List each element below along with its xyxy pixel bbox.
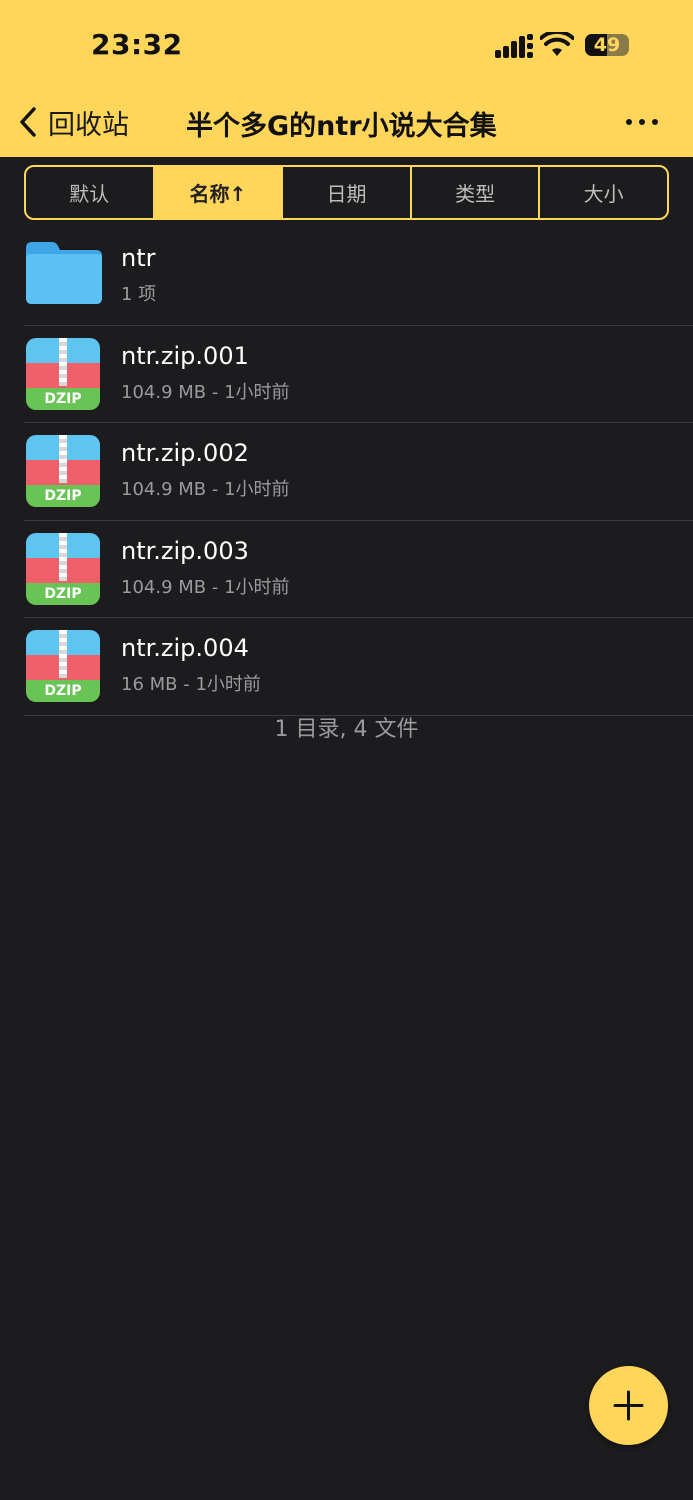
list-item-file[interactable]: DZIP ntr.zip.003 104.9 MB - 1小时前	[24, 521, 693, 618]
item-meta: 1 项	[121, 284, 157, 305]
item-meta: 16 MB - 1小时前	[121, 674, 261, 695]
dzip-icon: DZIP	[26, 337, 100, 410]
add-button[interactable]	[589, 1366, 668, 1445]
item-meta: 104.9 MB - 1小时前	[121, 576, 290, 598]
plus-icon	[613, 1390, 644, 1421]
list-item-folder[interactable]: ntr 1 项	[24, 228, 693, 326]
more-options-button[interactable]	[622, 110, 662, 134]
more-dot-icon	[652, 119, 658, 125]
list-item-file[interactable]: DZIP ntr.zip.002 104.9 MB - 1小时前	[24, 423, 693, 521]
dzip-icon: DZIP	[26, 630, 100, 702]
battery-icon: 49	[585, 34, 629, 56]
dzip-label: DZIP	[26, 582, 100, 605]
sort-tab-name[interactable]: 名称↑	[154, 167, 284, 218]
sort-tab-type[interactable]: 类型	[412, 167, 541, 218]
dzip-icon: DZIP	[26, 435, 100, 507]
sort-tab-default[interactable]: 默认	[26, 167, 155, 218]
header-bar: 23:32 49 回收站 半个多G的ntr小说大合集	[0, 0, 693, 157]
dzip-label: DZIP	[26, 485, 100, 507]
battery-percent: 49	[593, 34, 621, 56]
list-item-file[interactable]: DZIP ntr.zip.004 16 MB - 1小时前	[24, 618, 693, 716]
more-dot-icon	[626, 119, 632, 125]
item-name: ntr.zip.001	[121, 341, 249, 370]
item-meta: 104.9 MB - 1小时前	[121, 479, 290, 500]
folder-icon	[26, 242, 102, 304]
dzip-label: DZIP	[26, 387, 100, 410]
item-meta: 104.9 MB - 1小时前	[121, 381, 290, 403]
list-item-file[interactable]: DZIP ntr.zip.001 104.9 MB - 1小时前	[24, 326, 693, 423]
chevron-left-icon	[20, 107, 36, 137]
item-name: ntr.zip.003	[121, 536, 249, 565]
more-dot-icon	[639, 119, 645, 125]
back-button[interactable]: 回收站	[18, 100, 129, 144]
sort-tab-date[interactable]: 日期	[283, 167, 412, 218]
file-list: ntr 1 项 DZIP ntr.zip.001 104.9 MB - 1小时前…	[0, 228, 693, 716]
wifi-icon	[540, 32, 574, 56]
dzip-label: DZIP	[26, 680, 100, 702]
item-name: ntr.zip.004	[121, 634, 249, 662]
item-name: ntr.zip.002	[121, 439, 249, 467]
item-name: ntr	[121, 244, 156, 272]
list-summary: 1 目录, 4 文件	[274, 717, 419, 742]
back-label: 回收站	[48, 109, 129, 141]
sort-tab-size[interactable]: 大小	[540, 167, 667, 218]
page-title: 半个多G的ntr小说大合集	[186, 111, 497, 142]
dzip-icon: DZIP	[26, 532, 100, 605]
cellular-signal-icon	[495, 34, 533, 58]
status-time: 23:32	[91, 28, 183, 61]
sort-segmented-control: 默认 名称↑ 日期 类型 大小	[24, 165, 669, 220]
